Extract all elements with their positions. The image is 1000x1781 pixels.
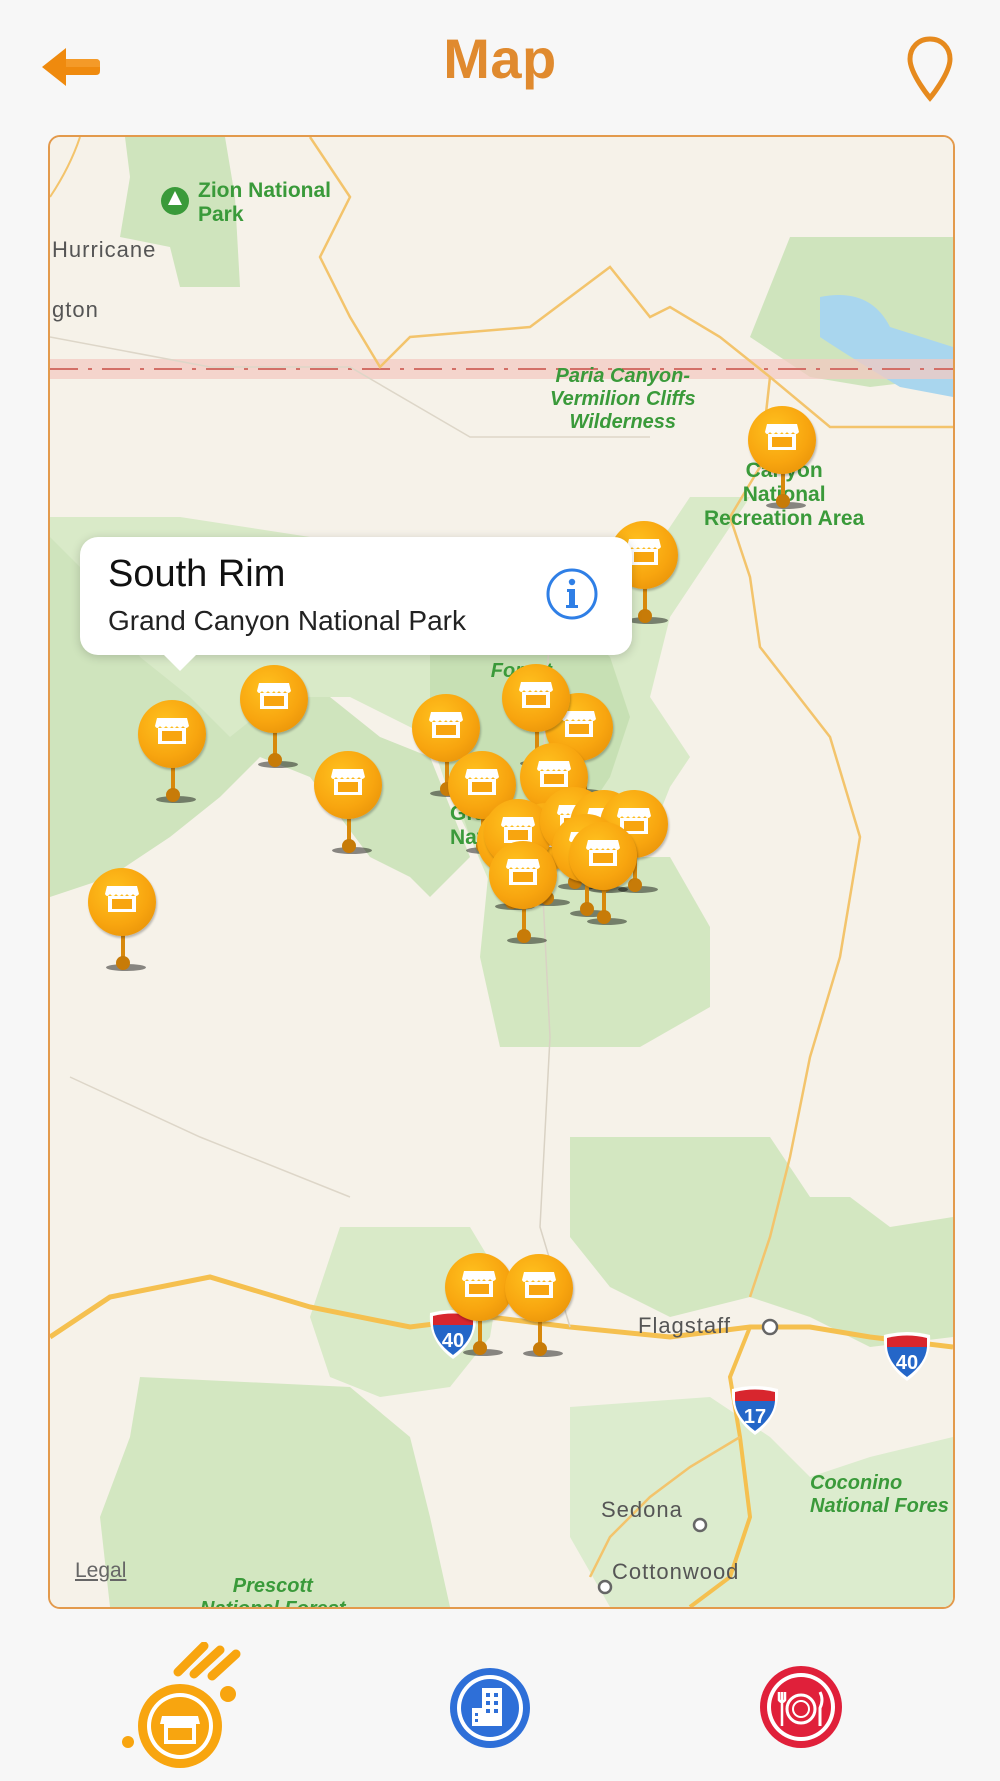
shop-icon: [122, 1641, 241, 1768]
shop-icon: [519, 682, 553, 708]
shop-marker[interactable]: [138, 700, 208, 806]
map-label-zion: Zion National Park: [198, 179, 331, 226]
shop-icon: [586, 840, 620, 866]
marker-head: [489, 841, 557, 909]
marker-head: [88, 868, 156, 936]
shop-marker[interactable]: [569, 822, 639, 928]
info-icon: [546, 568, 598, 620]
shop-icon: [522, 1272, 556, 1298]
interstate-17-shield: 17: [731, 1386, 779, 1435]
marker-head: [240, 665, 308, 733]
shop-icon: [105, 886, 139, 912]
callout-subtitle: Grand Canyon National Park: [108, 605, 466, 636]
shop-icon: [429, 712, 463, 738]
marker-foot: [517, 929, 531, 943]
building-icon: [450, 1668, 530, 1748]
info-button[interactable]: [545, 567, 599, 621]
marker-head: [748, 406, 816, 474]
map-label-cottonwood: Cottonwood: [612, 1559, 740, 1584]
shop-icon: [506, 859, 540, 885]
shop-icon: [155, 718, 189, 744]
map-label-coconino: Coconino National Fores: [810, 1472, 949, 1517]
marker-foot: [776, 494, 790, 508]
map-label-gton: gton: [52, 297, 99, 322]
map-callout[interactable]: South Rim Grand Canyon National Park: [80, 537, 632, 671]
shop-marker[interactable]: [748, 406, 818, 512]
shop-icon: [465, 769, 499, 795]
shop-icon: [331, 769, 365, 795]
interstate-40-shield-number: 40: [896, 1352, 918, 1374]
map-label-paria: Paria Canyon- Vermilion Cliffs Wilderness: [550, 365, 696, 433]
shop-icon: [627, 539, 661, 565]
tab-shops[interactable]: [118, 1641, 252, 1776]
shop-marker[interactable]: [240, 665, 310, 771]
marker-head: [138, 700, 206, 768]
marker-foot: [638, 609, 652, 623]
map-label-hurricane: Hurricane: [52, 237, 157, 262]
callout-title: South Rim: [108, 553, 286, 595]
tab-hotels[interactable]: [448, 1666, 532, 1750]
dining-icon: [760, 1666, 842, 1748]
marker-head: [505, 1254, 573, 1322]
marker-foot: [268, 753, 282, 767]
map-label-prescott: Prescott National Forest: [200, 1575, 346, 1609]
page-title: Map: [443, 27, 557, 90]
marker-foot: [597, 910, 611, 924]
marker-head: [502, 664, 570, 732]
marker-head: [314, 751, 382, 819]
shop-icon: [257, 683, 291, 709]
interstate-17-shield-number: 17: [744, 1406, 766, 1428]
location-pin-icon: [907, 36, 953, 102]
header: Map: [0, 0, 1000, 130]
map-label-flagstaff: Flagstaff: [638, 1313, 731, 1338]
shop-marker[interactable]: [489, 841, 559, 947]
interstate-40-shield-east: 40: [883, 1332, 931, 1381]
marker-head: [445, 1253, 513, 1321]
marker-foot: [342, 839, 356, 853]
shop-icon: [765, 424, 799, 450]
map-view[interactable]: Zion National Park Hurricane gton Paria C…: [48, 135, 955, 1609]
tab-restaurants[interactable]: [758, 1664, 844, 1750]
shop-marker[interactable]: [88, 868, 158, 974]
shop-marker[interactable]: [505, 1254, 575, 1360]
map-label-sedona: Sedona: [601, 1497, 683, 1522]
location-button[interactable]: [906, 36, 954, 102]
shop-icon: [537, 761, 571, 787]
marker-foot: [533, 1342, 547, 1356]
shop-marker[interactable]: [314, 751, 384, 857]
legal-link[interactable]: Legal: [75, 1559, 126, 1583]
tab-bar: [0, 1618, 1000, 1778]
marker-foot: [116, 956, 130, 970]
marker-head: [569, 822, 637, 890]
shop-icon: [462, 1271, 496, 1297]
marker-foot: [166, 788, 180, 802]
marker-foot: [473, 1341, 487, 1355]
